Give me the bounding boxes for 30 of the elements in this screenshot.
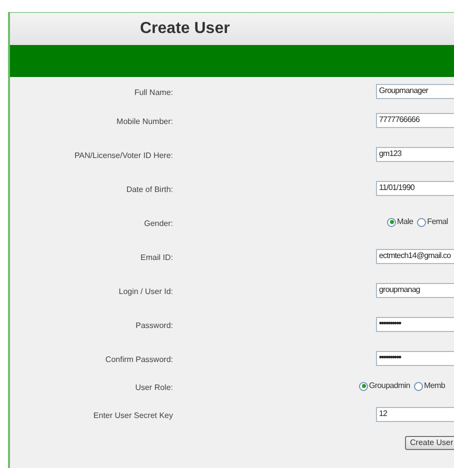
radio-label: Male — [397, 216, 414, 228]
input-field[interactable]: groupmanag — [376, 282, 454, 298]
field-label: PAN/License/Voter ID Here: — [74, 151, 173, 160]
field-label: Password: — [136, 321, 173, 330]
field-label: Mobile Number: — [116, 117, 173, 126]
input-field[interactable]: 11/01/1990 — [376, 180, 454, 196]
field-label: Confirm Password: — [105, 355, 173, 364]
input-field[interactable]: gm123 — [376, 146, 454, 162]
radio-label: Femal — [427, 216, 448, 228]
page-title: Create User — [140, 19, 230, 39]
radio-label: Memb — [424, 380, 446, 392]
field-label: Login / User Id: — [118, 287, 173, 296]
radio-button[interactable] — [359, 382, 368, 390]
field-label: Gender: — [144, 219, 173, 228]
password-field[interactable]: •••••••••• — [376, 350, 454, 366]
field-label: Email ID: — [140, 253, 173, 262]
radio-button[interactable] — [414, 382, 424, 390]
radio-button[interactable] — [387, 218, 396, 226]
radio-label: Groupadmin — [369, 380, 410, 392]
create-user-button[interactable]: Create User — [405, 436, 454, 450]
field-label: User Role: — [135, 383, 173, 392]
input-field[interactable]: Groupmanager — [376, 84, 454, 98]
field-label: Enter User Secret Key — [93, 411, 173, 420]
input-field[interactable]: 7777766666 — [376, 112, 454, 128]
field-label: Full Name: — [134, 88, 173, 97]
field-label: Date of Birth: — [126, 185, 173, 194]
input-field[interactable]: ectmtech14@gmail.co — [376, 248, 454, 264]
radio-button[interactable] — [417, 218, 426, 226]
input-field[interactable]: 12 — [376, 406, 454, 422]
password-field[interactable]: •••••••••• — [376, 316, 454, 332]
